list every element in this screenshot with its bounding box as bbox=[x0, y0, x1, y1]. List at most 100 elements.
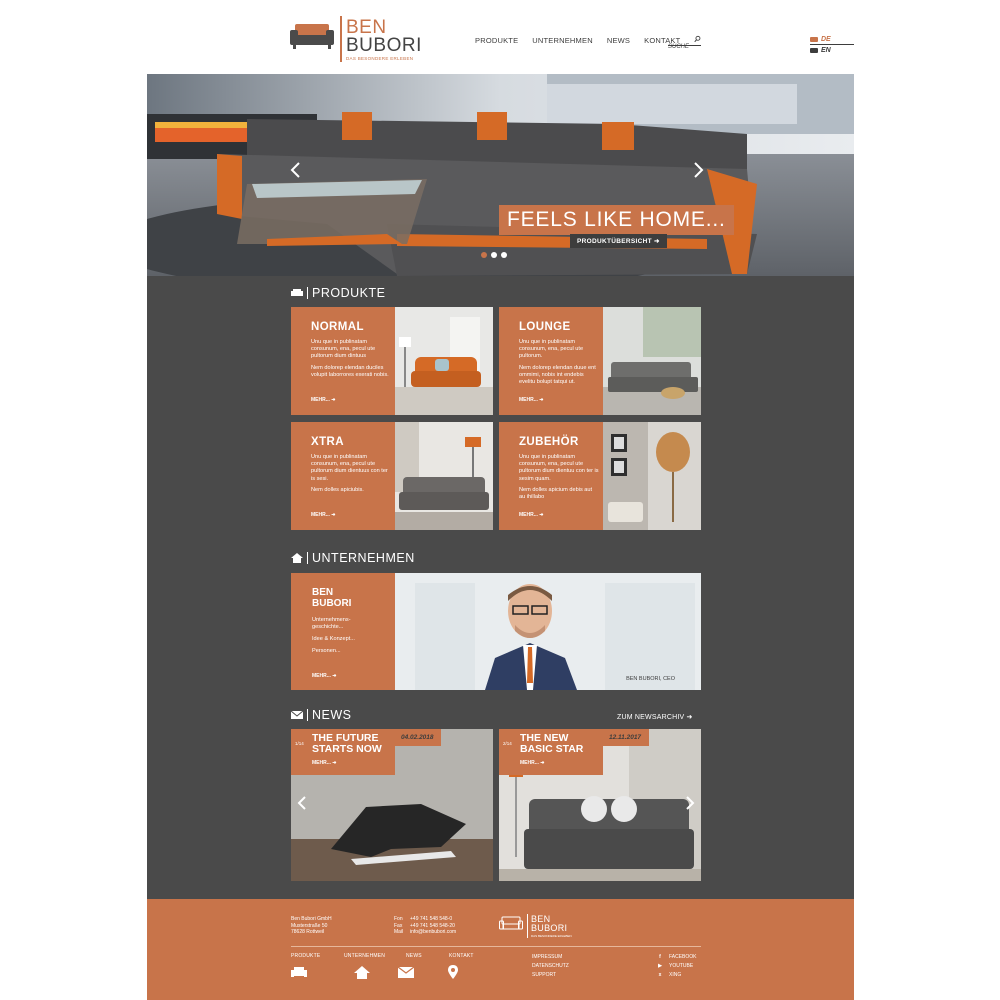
company-link-history[interactable]: Unternehmens-geschichte... bbox=[312, 617, 372, 631]
social-link-xing[interactable]: x XING bbox=[657, 971, 697, 980]
slider-dot-2[interactable] bbox=[491, 252, 497, 258]
news-counter: 1/14 bbox=[295, 741, 304, 746]
contact-value[interactable]: info@benbubori.com bbox=[410, 929, 456, 936]
card-body: Unu que in publinatam consunum, ena, pec… bbox=[311, 454, 391, 494]
footer-link-support[interactable]: SUPPORT bbox=[532, 971, 569, 980]
card-paragraph: Nem dolorep elendan duue ent ommimi, nob… bbox=[519, 364, 596, 386]
map-pin-icon bbox=[448, 965, 458, 979]
envelope-icon bbox=[291, 710, 303, 719]
news-title-line2: STARTS NOW bbox=[312, 743, 382, 755]
slider-dot-1[interactable] bbox=[481, 252, 487, 258]
card-paragraph: Nem dolorep elendan duciles volupit labo… bbox=[311, 364, 389, 378]
news-next-arrow-icon[interactable] bbox=[685, 795, 695, 811]
footer-logo[interactable]: BEN BUBORI DAS BESONDERE ERLEBEN bbox=[499, 914, 609, 940]
footer-nav-produkte[interactable]: PRODUKTE bbox=[291, 953, 320, 984]
footer-address: Ben Bubori GmbH Musterstraße 50 78628 Ro… bbox=[291, 916, 332, 936]
footer-link-impressum[interactable]: IMPRESSUM bbox=[532, 953, 569, 962]
house-icon bbox=[354, 966, 370, 979]
ceo-portrait-image bbox=[395, 573, 701, 690]
company-card[interactable]: BEN BUBORI Unternehmens-geschichte... Id… bbox=[291, 573, 701, 690]
product-image-xtra bbox=[395, 422, 493, 530]
nav-item-news[interactable]: NEWS bbox=[607, 36, 630, 45]
footer-brand-tagline: DAS BESONDERE ERLEBEN bbox=[531, 934, 572, 938]
news-header: 1/14 THE FUTURE STARTS NOW MEHR... ➜ bbox=[291, 729, 395, 775]
slider-next-arrow-icon[interactable] bbox=[691, 160, 705, 180]
news-card-2[interactable]: 2/14 THE NEW BASIC STAR MEHR... ➜ 12.11.… bbox=[499, 729, 701, 881]
product-card-xtra[interactable]: XTRA Unu que in publinatam consunum, ena… bbox=[291, 422, 493, 530]
product-card-normal[interactable]: NORMAL Unu que in publinatam consunum, e… bbox=[291, 307, 493, 415]
ceo-caption: BEN BUBORI, CEO bbox=[626, 676, 675, 682]
footer-brand-line2: BUBORI bbox=[531, 923, 568, 933]
social-link-facebook[interactable]: f FACEBOOK bbox=[657, 953, 697, 962]
address-line: Ben Bubori GmbH bbox=[291, 916, 332, 922]
nav-item-unternehmen[interactable]: UNTERNEHMEN bbox=[532, 36, 593, 45]
card-paragraph: Nem dolles apicium debis aut au ihillabo bbox=[519, 486, 593, 501]
footer-divider bbox=[291, 946, 701, 947]
brand-name-line2: BUBORI bbox=[346, 35, 422, 56]
site-footer: Ben Bubori GmbH Musterstraße 50 78628 Ro… bbox=[147, 899, 854, 1000]
news-more-link[interactable]: MEHR... ➜ bbox=[312, 760, 395, 766]
footer-logo-divider bbox=[527, 914, 528, 938]
hero-headline-text: FEELS LIKE HOME... bbox=[507, 208, 726, 231]
section-title-unternehmen: UNTERNEHMEN bbox=[291, 551, 415, 565]
footer-nav-news[interactable]: NEWS bbox=[397, 953, 422, 984]
news-archive-link[interactable]: ZUM NEWSARCHIV ➜ bbox=[617, 713, 693, 721]
company-title-line2: BUBORI bbox=[312, 598, 352, 609]
card-more-link[interactable]: MEHR... ➜ bbox=[519, 397, 543, 403]
sofa-flag-icon bbox=[810, 36, 818, 42]
product-card-zubehoer[interactable]: ZUBEHÖR Unu que in publinatam consunum, … bbox=[499, 422, 701, 530]
search-icon[interactable] bbox=[694, 35, 701, 43]
product-image-zubehoer bbox=[603, 422, 701, 530]
sofa-logo-icon bbox=[290, 24, 334, 49]
product-card-lounge[interactable]: LOUNGE Unu que in publinatam consunum, e… bbox=[499, 307, 701, 415]
card-paragraph: Unu que in publinatam consunum, ena, pec… bbox=[311, 454, 388, 482]
social-label: FACEBOOK bbox=[669, 954, 697, 960]
hero-cta-button[interactable]: PRODUKTÜBERSICHT ➜ bbox=[570, 234, 667, 248]
lang-option-en[interactable]: EN bbox=[810, 45, 854, 56]
slider-prev-arrow-icon[interactable] bbox=[289, 160, 303, 180]
brand-logo[interactable]: BEN BUBORI DAS BESONDERE ERLEBEN bbox=[290, 16, 422, 64]
facebook-icon: f bbox=[659, 954, 661, 960]
company-link-people[interactable]: Personen... bbox=[312, 648, 395, 655]
footer-nav-label: UNTERNEHMEN bbox=[344, 953, 386, 959]
slider-dot-3[interactable] bbox=[501, 252, 507, 258]
footer-nav-unternehmen[interactable]: UNTERNEHMEN bbox=[344, 953, 385, 984]
hero-image bbox=[147, 74, 854, 276]
company-more-link[interactable]: MEHR... ➜ bbox=[312, 673, 336, 679]
nav-item-produkte[interactable]: PRODUKTE bbox=[475, 36, 518, 45]
card-paragraph: Nem dolles apiciubis. bbox=[311, 486, 364, 493]
social-link-youtube[interactable]: ▶ YOUTUBE bbox=[657, 962, 697, 971]
company-link-concept[interactable]: Idee & Konzept... bbox=[312, 636, 395, 643]
card-more-link[interactable]: MEHR... ➜ bbox=[311, 512, 335, 518]
footer-nav-label: KONTAKT bbox=[449, 953, 474, 959]
card-text: ZUBEHÖR Unu que in publinatam consunum, … bbox=[499, 422, 603, 530]
card-body: Unu que in publinatam consunum, ena, pec… bbox=[519, 454, 599, 501]
company-text: BEN BUBORI Unternehmens-geschichte... Id… bbox=[291, 573, 395, 690]
section-title-news: NEWS bbox=[291, 708, 352, 722]
card-title: XTRA bbox=[311, 436, 344, 448]
card-body: Unu que in publinatam consunum, ena, pec… bbox=[311, 339, 391, 379]
product-image-normal bbox=[395, 307, 493, 415]
footer-legal-links: IMPRESSUM DATENSCHUTZ SUPPORT bbox=[532, 953, 569, 980]
news-card-1[interactable]: 1/14 THE FUTURE STARTS NOW MEHR... ➜ 04.… bbox=[291, 729, 493, 881]
card-title: ZUBEHÖR bbox=[519, 436, 579, 448]
footer-link-datenschutz[interactable]: DATENSCHUTZ bbox=[532, 962, 569, 971]
card-more-link[interactable]: MEHR... ➜ bbox=[519, 512, 543, 518]
footer-nav-label: PRODUKTE bbox=[291, 953, 321, 959]
news-more-link[interactable]: MEHR... ➜ bbox=[520, 760, 603, 766]
news-prev-arrow-icon[interactable] bbox=[297, 795, 307, 811]
title-separator bbox=[307, 287, 308, 299]
lang-option-de[interactable]: DE bbox=[810, 34, 854, 45]
footer-nav-kontakt[interactable]: KONTAKT bbox=[448, 953, 474, 984]
footer-social-links: f FACEBOOK ▶ YOUTUBE x XING bbox=[657, 953, 697, 980]
xing-icon: x bbox=[658, 972, 662, 978]
card-text: NORMAL Unu que in publinatam consunum, e… bbox=[291, 307, 395, 415]
card-paragraph: Unu que in publinatam consunum, ena, pec… bbox=[519, 454, 599, 482]
news-date: 04.02.2018 bbox=[395, 729, 441, 746]
card-title: LOUNGE bbox=[519, 321, 571, 333]
search-input[interactable]: SUCHE bbox=[668, 35, 701, 50]
youtube-icon: ▶ bbox=[658, 963, 662, 969]
card-title: NORMAL bbox=[311, 321, 364, 333]
card-more-link[interactable]: MEHR... ➜ bbox=[311, 397, 335, 403]
main-nav: PRODUKTE UNTERNEHMEN NEWS KONTAKT bbox=[475, 36, 694, 45]
